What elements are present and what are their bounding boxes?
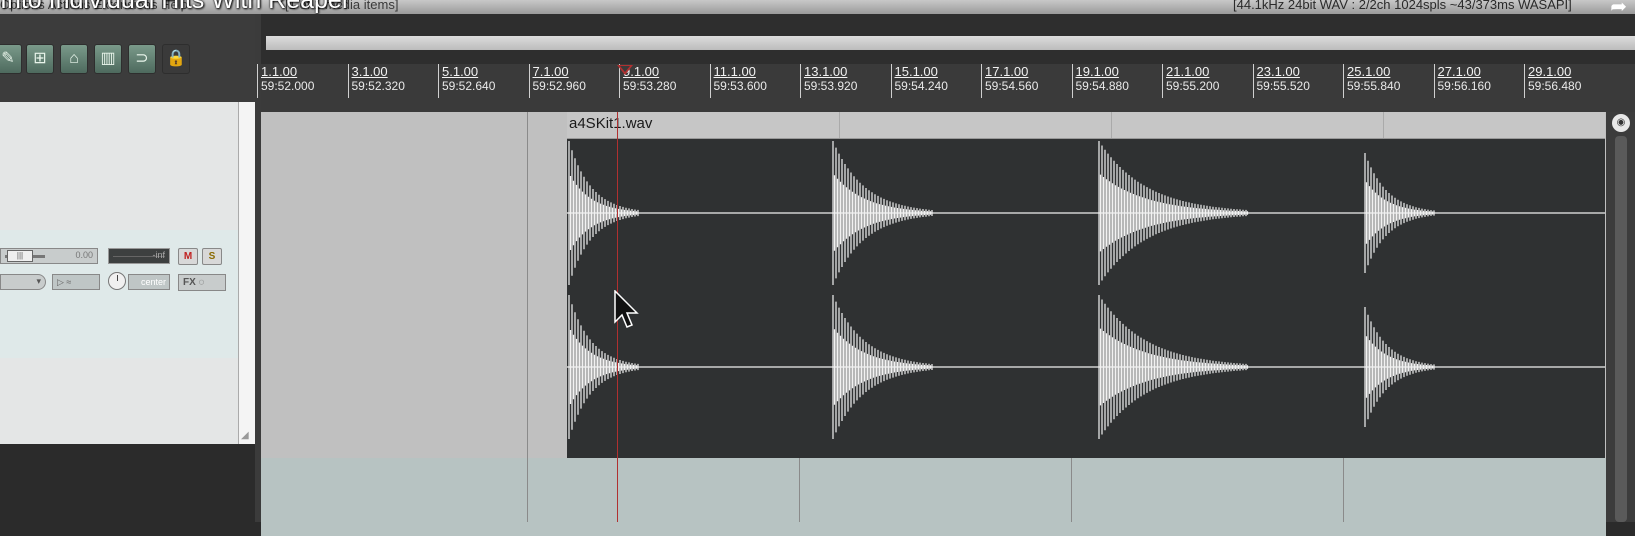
zoom-icon[interactable]: ◉ [1612,114,1630,132]
volume-fader[interactable]: ||| 0.00 [0,248,98,264]
ruler-tick: 29.1.00 59:56.480 [1524,64,1581,98]
record-input-select[interactable]: ▾ [0,274,46,290]
ruler-time-label: 59:54.560 [985,79,1039,93]
track-control-panel: ||| 0.00 -inf M S ▾ ▷ ≈ center FX ◌ 1 ◢ [0,102,257,444]
fader-thumb[interactable]: ||| [7,250,33,262]
empty-track-area[interactable] [261,458,1606,536]
resize-grip-icon[interactable]: ◢ [241,430,253,442]
waveform-hit [832,141,933,285]
waveform-hit [568,141,639,285]
ruler-measure-label: 19.1.00 [1075,64,1119,79]
ruler-measure-label: 7.1.00 [532,64,569,79]
track-1-controls: ||| 0.00 -inf M S ▾ ▷ ≈ center FX ◌ [0,230,238,358]
ruler-time-label: 59:55.520 [1256,79,1310,93]
ruler-time-label: 59:53.280 [623,79,677,93]
solo-button[interactable]: S [202,248,222,265]
media-item-name: a4SKit1.wav [569,115,653,132]
ruler-tick: 23.1.00 59:55.520 [1252,64,1310,98]
media-item-header[interactable]: a4SKit1.wav [567,112,1605,139]
arrange-view[interactable]: 1.1.00 59:52.000 3.1.00 59:52.320 5.1.00 59:5… [257,14,1635,536]
record-monitor-button[interactable]: ▷ ≈ [52,274,100,290]
ruler-tick: 11.1.00 59:53.600 [709,64,767,98]
grid-line [527,112,528,522]
horizontal-scrollbar[interactable] [266,36,1635,50]
ruler-measure-label: 3.1.00 [351,64,388,79]
ruler-tick: 15.1.00 59:54.240 [890,64,948,98]
vertical-scrollbar[interactable]: ◉ [1606,112,1635,522]
ruler-measure-label: 17.1.00 [985,64,1029,79]
ruler-time-label: 59:52.960 [532,79,586,93]
ruler-time-label: 59:55.200 [1166,79,1220,93]
ruler-tick: 17.1.00 59:54.560 [981,64,1038,98]
ruler-time-label: 59:52.320 [351,79,405,93]
ruler-tick: 7.1.00 59:52.960 [528,64,586,98]
ruler-tick: 3.1.00 59:52.320 [347,64,405,98]
ruler-time-label: 59:56.160 [1437,79,1491,93]
ruler-measure-label: 29.1.00 [1528,64,1572,79]
vu-meter: -inf [108,248,170,264]
ruler-time-label: 59:52.640 [442,79,496,93]
audio-device-info: [44.1kHz 24bit WAV : 2/2ch 1024spls ~43/… [1233,0,1572,12]
lock-icon[interactable]: 🔒 [162,44,190,74]
media-item[interactable]: a4SKit1.wav [567,112,1605,458]
waveform-hit [1364,153,1435,273]
ruler-tick: 27.1.00 59:56.160 [1433,64,1491,98]
ruler-measure-label: 5.1.00 [442,64,479,79]
waveform-hit [1364,307,1435,427]
pan-knob[interactable] [108,272,126,290]
fx-button[interactable]: FX ◌ [178,274,226,291]
ruler-tick: 1.1.00 59:52.000 [257,64,314,98]
ruler-tick: 13.1.00 59:53.920 [800,64,857,98]
volume-value: 0.00 [75,250,93,260]
video-title-overlay: Into Individual Hits With Reaper [0,0,351,14]
ruler-measure-label: 13.1.00 [804,64,848,79]
ruler-time-label: 59:52.000 [261,79,315,93]
share-icon[interactable]: ➦ [1610,0,1627,14]
ruler-time-label: 59:54.240 [894,79,948,93]
window-titlebar: Options Actions Extensions Help [1 of 1 … [0,0,1635,14]
pencil-icon[interactable]: ✎ [0,44,22,74]
play-cursor-marker-icon[interactable] [617,65,633,75]
loop-icon[interactable]: ⊃ [128,44,156,74]
scroll-thumb[interactable] [1615,136,1627,522]
ruler-measure-label: 27.1.00 [1437,64,1481,79]
envelope-icon[interactable]: ⌂ [60,44,88,74]
snap-grid-icon[interactable]: ⊞ [26,44,54,74]
ruler-tick: 21.1.00 59:55.200 [1162,64,1219,98]
ruler-time-label: 59:53.920 [804,79,858,93]
ruler-tick: 25.1.00 59:55.840 [1343,64,1400,98]
ruler-time-label: 59:54.880 [1075,79,1129,93]
ruler-measure-label: 15.1.00 [894,64,938,79]
timeline-ruler[interactable]: 1.1.00 59:52.000 3.1.00 59:52.320 5.1.00 59:5… [257,64,1635,112]
ruler-time-label: 59:56.480 [1528,79,1582,93]
ruler-tick: 5.1.00 59:52.640 [438,64,495,98]
waveform [567,141,1605,439]
ruler-tick: 19.1.00 59:54.880 [1071,64,1129,98]
ruler-time-label: 59:53.600 [713,79,767,93]
ruler-measure-label: 11.1.00 [713,64,756,79]
fx-label: FX [183,277,196,288]
mute-button[interactable]: M [178,248,198,265]
ruler-measure-label: 1.1.00 [261,64,298,79]
ruler-measure-label: 25.1.00 [1347,64,1391,79]
chevron-down-icon: ▾ [36,276,41,286]
grid-lines-icon[interactable]: ▥ [94,44,122,74]
ruler-measure-label: 21.1.00 [1166,64,1210,79]
mouse-pointer-icon [614,290,639,328]
ruler-measure-label: 23.1.00 [1256,64,1300,79]
vu-value: -inf [152,250,165,260]
tcp-empty-area [0,444,256,522]
pan-value: center [128,274,170,290]
waveform-hit [832,295,933,439]
ruler-time-label: 59:55.840 [1347,79,1401,93]
